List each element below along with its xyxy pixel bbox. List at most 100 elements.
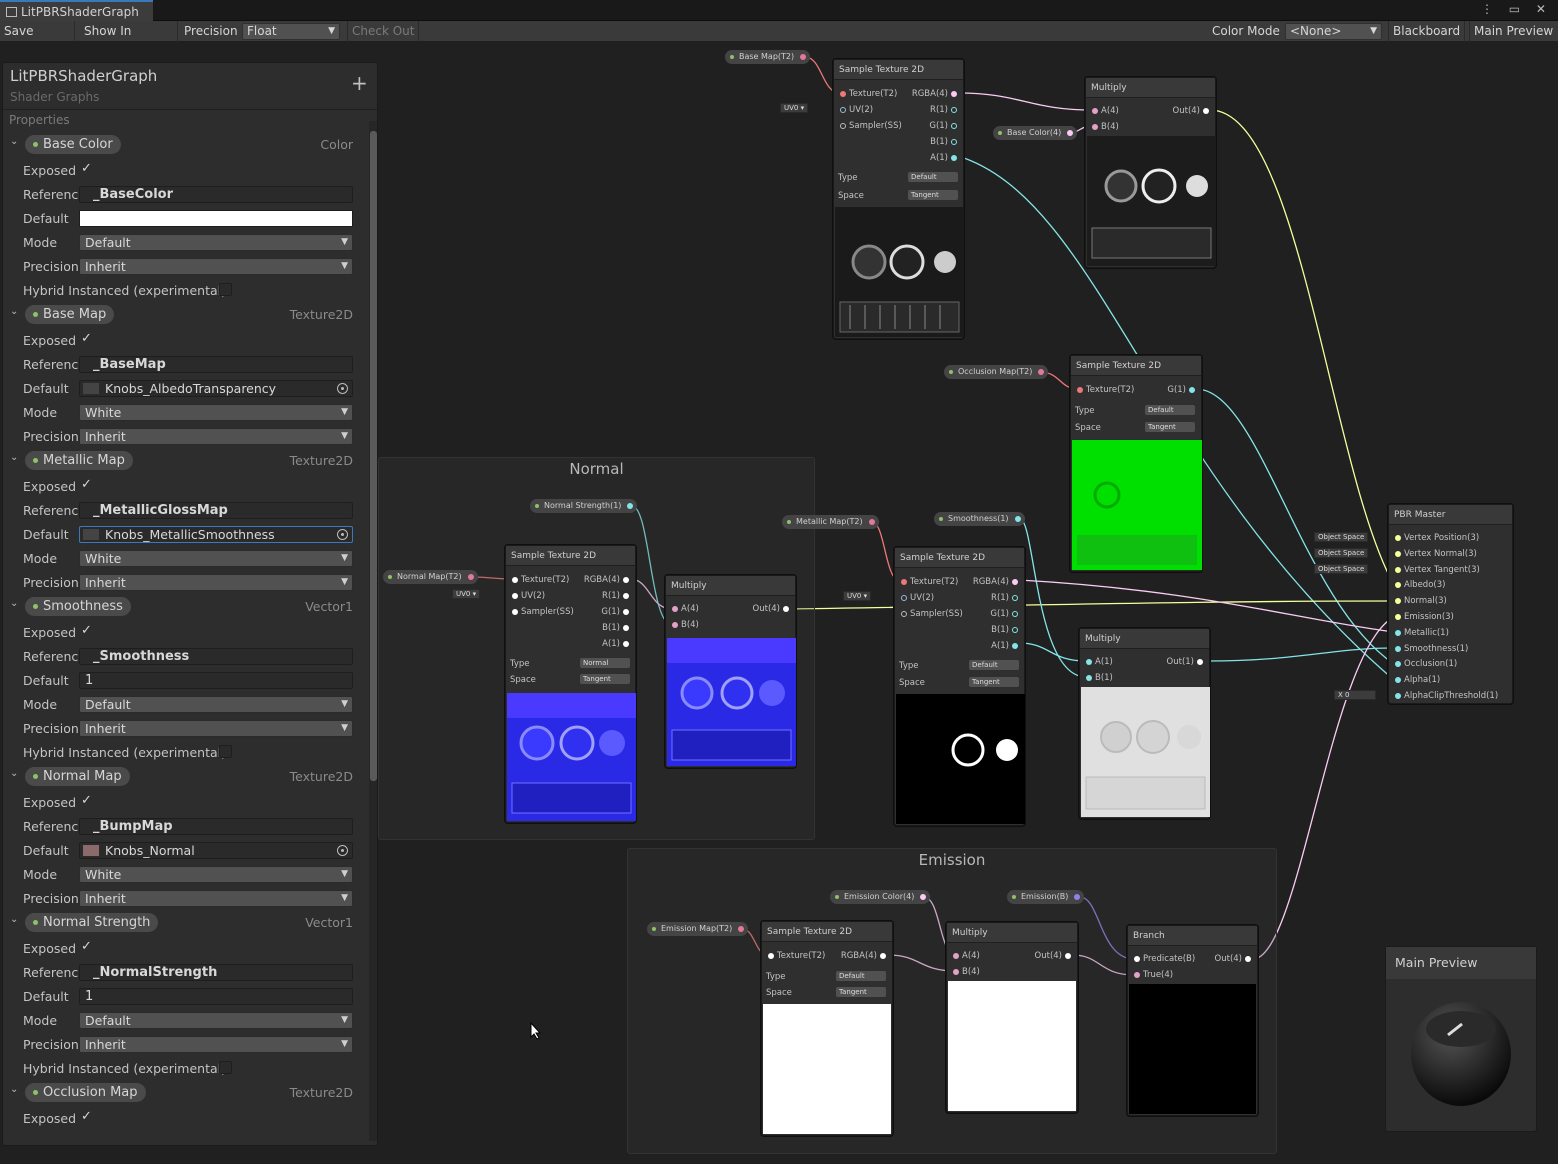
space-dropdown[interactable]: Tangent (836, 987, 886, 997)
output-out[interactable]: Out(4) (1173, 105, 1209, 117)
output-b[interactable]: B(1) (602, 622, 629, 634)
property-name-pill[interactable]: Metallic Map (25, 451, 133, 470)
input-true[interactable]: True(4) (1134, 969, 1173, 981)
output-out[interactable]: Out(4) (1035, 950, 1071, 962)
mode-dropdown[interactable]: Default ▼ (79, 1012, 353, 1029)
output-a[interactable]: A(1) (930, 152, 957, 164)
chevron-down-icon[interactable]: ⌄ (10, 136, 18, 147)
input-texture[interactable]: Texture(T2) (901, 576, 958, 588)
node-sample-texture-base[interactable]: Sample Texture 2D Texture(T2) UV(2) Samp… (833, 59, 964, 339)
property-name-pill[interactable]: Occlusion Map (25, 1083, 146, 1102)
uv-channel-dropdown[interactable]: UV0 ▾ (452, 589, 481, 599)
property-node-emission-map[interactable]: Emission Map(T2) (647, 922, 749, 936)
hybrid-checkbox[interactable] (219, 1061, 232, 1074)
alpha-clip-input[interactable]: X 0 (1334, 690, 1376, 700)
property-name-pill[interactable]: Smoothness (25, 597, 131, 616)
texture-object-field[interactable]: Knobs_MetallicSmoothness (79, 526, 353, 543)
blackboard-scrollbar[interactable] (369, 121, 377, 1141)
node-sample-texture-normal[interactable]: Sample Texture 2D Texture(T2) UV(2) Samp… (505, 545, 636, 823)
property-node-emission[interactable]: Emission(B) (1007, 890, 1085, 904)
input-sampler[interactable]: Sampler(SS) (901, 608, 963, 620)
output-port[interactable] (868, 519, 875, 525)
mode-dropdown[interactable]: Default ▼ (79, 696, 353, 713)
output-g[interactable]: G(1) (1167, 384, 1195, 396)
input-a[interactable]: A(4) (672, 603, 699, 615)
object-picker-icon[interactable] (337, 845, 348, 856)
output-out[interactable]: Out(1) (1167, 656, 1203, 668)
property-node-normal-strength[interactable]: Normal Strength(1) (530, 499, 638, 513)
mode-dropdown[interactable]: White ▼ (79, 404, 353, 421)
property-node-occlusion-map[interactable]: Occlusion Map(T2) (944, 365, 1049, 379)
texture-object-field[interactable]: Knobs_Normal (79, 842, 353, 859)
exposed-checkbox[interactable]: ✓ (81, 331, 92, 346)
property-header[interactable]: ⌄ Base Color Color (3, 133, 363, 157)
node-branch[interactable]: Branch Predicate(B) True(4) Out(4) (1127, 925, 1258, 1116)
space-dropdown[interactable]: Tangent (969, 677, 1019, 687)
output-r[interactable]: R(1) (930, 104, 957, 116)
mode-dropdown[interactable]: White ▼ (79, 550, 353, 567)
node-multiply-smoothness[interactable]: Multiply A(1) B(1) Out(1) (1079, 628, 1210, 819)
exposed-checkbox[interactable]: ✓ (81, 793, 92, 808)
type-dropdown[interactable]: Default (836, 971, 886, 981)
master-input-port[interactable]: Normal(3) (1395, 595, 1447, 607)
add-property-button[interactable]: + (351, 73, 368, 93)
input-a[interactable]: A(1) (1086, 656, 1113, 668)
input-sampler[interactable]: Sampler(SS) (512, 606, 574, 618)
precision-dropdown[interactable]: Inherit ▼ (79, 258, 353, 275)
master-input-port[interactable]: Vertex Normal(3) (1395, 548, 1477, 560)
master-input-port[interactable]: Vertex Tangent(3) (1395, 564, 1480, 576)
input-a[interactable]: A(4) (953, 950, 980, 962)
exposed-checkbox[interactable]: ✓ (81, 1109, 92, 1124)
reference-field[interactable]: _BaseMap (79, 356, 353, 373)
output-out[interactable]: Out(4) (753, 603, 789, 615)
vertex-position-space[interactable]: Object Space (1314, 532, 1369, 542)
reference-field[interactable]: _NormalStrength (79, 964, 353, 981)
master-input-port[interactable]: Albedo(3) (1395, 579, 1445, 591)
hybrid-checkbox[interactable] (219, 283, 232, 296)
input-texture[interactable]: Texture(T2) (768, 950, 825, 962)
exposed-checkbox[interactable]: ✓ (81, 477, 92, 492)
color-field[interactable] (79, 210, 353, 227)
property-header[interactable]: ⌄ Occlusion Map Texture2D (3, 1081, 363, 1105)
vertex-normal-space[interactable]: Object Space (1314, 548, 1369, 558)
output-port[interactable] (1038, 369, 1045, 375)
property-header[interactable]: ⌄ Smoothness Vector1 (3, 595, 363, 619)
input-b[interactable]: B(4) (953, 966, 980, 978)
output-port[interactable] (1014, 516, 1021, 522)
reference-field[interactable]: _BaseColor (79, 186, 353, 203)
master-input-port[interactable]: Alpha(1) (1395, 674, 1440, 686)
master-input-port[interactable]: AlphaClipThreshold(1) (1395, 690, 1498, 702)
output-port[interactable] (627, 503, 634, 509)
chevron-down-icon[interactable]: ⌄ (10, 768, 18, 779)
output-g[interactable]: G(1) (990, 608, 1018, 620)
property-header[interactable]: ⌄ Normal Strength Vector1 (3, 911, 363, 935)
precision-dropdown[interactable]: Inherit ▼ (79, 574, 353, 591)
mode-dropdown[interactable]: Default ▼ (79, 234, 353, 251)
input-texture[interactable]: Texture(T2) (840, 88, 897, 100)
node-pbr-master[interactable]: PBR Master Vertex Position(3) Vertex Norm… (1388, 504, 1513, 704)
node-sample-texture-metallic[interactable]: Sample Texture 2D Texture(T2) UV(2) Samp… (894, 547, 1025, 826)
input-uv[interactable]: UV(2) (840, 104, 873, 116)
scrollbar-thumb[interactable] (370, 131, 377, 781)
precision-dropdown[interactable]: Inherit ▼ (79, 890, 353, 907)
exposed-checkbox[interactable]: ✓ (81, 161, 92, 176)
mode-dropdown[interactable]: White ▼ (79, 866, 353, 883)
input-predicate[interactable]: Predicate(B) (1134, 953, 1195, 965)
output-port[interactable] (1067, 130, 1074, 136)
input-a[interactable]: A(4) (1092, 105, 1119, 117)
input-b[interactable]: B(4) (672, 619, 699, 631)
hybrid-checkbox[interactable] (219, 745, 232, 758)
output-port[interactable] (738, 926, 745, 932)
node-sample-texture-occlusion[interactable]: Sample Texture 2D Texture(T2) G(1) Type D… (1070, 355, 1202, 572)
property-name-pill[interactable]: Base Map (25, 305, 115, 324)
output-rgba[interactable]: RGBA(4) (912, 88, 957, 100)
output-a[interactable]: A(1) (991, 640, 1018, 652)
property-node-base-map[interactable]: Base Map(T2) (725, 50, 811, 64)
exposed-checkbox[interactable]: ✓ (81, 939, 92, 954)
reference-field[interactable]: _MetallicGlossMap (79, 502, 353, 519)
node-multiply-emission[interactable]: Multiply A(4) B(4) Out(4) (946, 922, 1078, 1113)
property-node-metallic-map[interactable]: Metallic Map(T2) (782, 515, 879, 529)
output-r[interactable]: R(1) (602, 590, 629, 602)
input-uv[interactable]: UV(2) (512, 590, 545, 602)
default-field[interactable]: 1 (79, 672, 353, 689)
